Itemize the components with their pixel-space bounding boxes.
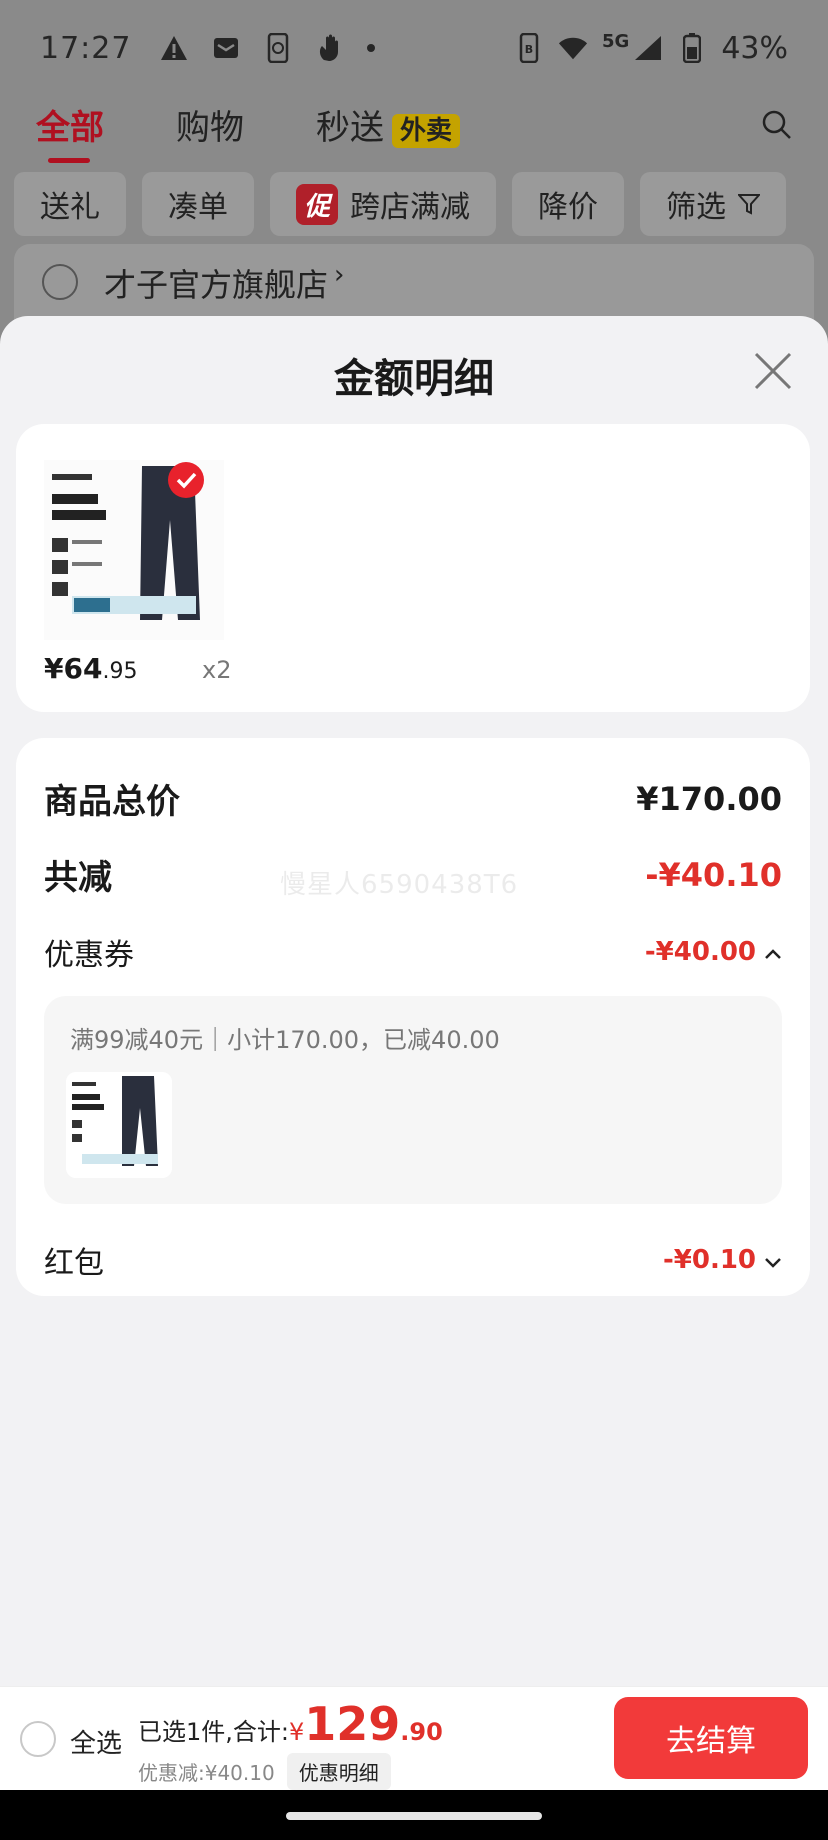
select-all-label[interactable]: 全选 bbox=[70, 1723, 122, 1760]
gesture-icon bbox=[315, 33, 345, 63]
selected-check-icon bbox=[168, 462, 204, 498]
promo-badge: 促 bbox=[296, 183, 339, 225]
store-chevron-icon: › bbox=[334, 260, 345, 290]
phone-sync-icon bbox=[263, 33, 293, 63]
red-packet-label: 红包 bbox=[44, 1246, 104, 1281]
product-price-decimal: .95 bbox=[102, 659, 138, 684]
warning-icon bbox=[159, 33, 189, 63]
status-bar: 17:27 B 5G 43% bbox=[0, 0, 828, 96]
red-packet-value-group: -¥0.10 bbox=[663, 1245, 782, 1275]
total-price-value: ¥170.00 bbox=[636, 779, 782, 818]
total-reduction-row: 共减 -¥40.10 bbox=[44, 850, 782, 899]
wifi-icon bbox=[558, 33, 588, 63]
discount-detail-button[interactable]: 优惠明细 bbox=[286, 1753, 391, 1790]
battery-icon bbox=[677, 33, 707, 63]
discount-text: 优惠减:¥40.10 bbox=[138, 1761, 275, 1785]
mail-icon bbox=[211, 33, 241, 63]
product-quantity: x2 bbox=[202, 656, 232, 684]
chip-cross-store-label: 跨店满减 bbox=[350, 190, 471, 225]
total-currency: ¥ bbox=[288, 1718, 305, 1746]
total-amount-decimal: .90 bbox=[400, 1718, 443, 1746]
home-indicator[interactable] bbox=[286, 1812, 542, 1820]
coupon-detail-box: 满99减40元｜小计170.00，已减40.00 bbox=[44, 996, 782, 1204]
chip-filter[interactable]: 筛选 bbox=[640, 172, 787, 236]
coupon-label: 优惠券 bbox=[44, 938, 134, 973]
total-reduction-value: -¥40.10 bbox=[645, 855, 782, 894]
cart-tabs: 全部 购物 秒送 外卖 bbox=[36, 100, 461, 163]
select-all-radio[interactable] bbox=[20, 1721, 56, 1757]
battery-level: 43% bbox=[721, 30, 788, 66]
tab-express-label: 秒送 bbox=[316, 108, 384, 148]
search-icon[interactable] bbox=[762, 110, 792, 144]
signal-icon bbox=[633, 33, 663, 63]
sheet-title: 金额明细 bbox=[334, 356, 494, 402]
filter-chips: 送礼 凑单 促跨店满减 降价 筛选 bbox=[14, 172, 787, 236]
chip-gift[interactable]: 送礼 bbox=[14, 172, 126, 236]
product-card: ¥64.95 x2 bbox=[16, 424, 810, 712]
coupon-row[interactable]: 优惠券 -¥40.00 bbox=[44, 930, 782, 974]
summary-prefix: 已选1件,合计: bbox=[138, 1718, 289, 1746]
amount-detail-sheet: 金额明细 ¥64.95 x2 慢星人6590438T6 商品总价 ¥170.00… bbox=[0, 316, 828, 1686]
product-price-int: ¥64 bbox=[44, 652, 103, 685]
store-name[interactable]: 才子官方旗舰店 bbox=[104, 260, 328, 306]
chevron-up-icon[interactable] bbox=[764, 937, 782, 967]
price-breakdown-card: 慢星人6590438T6 商品总价 ¥170.00 共减 -¥40.10 优惠券… bbox=[16, 738, 810, 1296]
network-type: 5G bbox=[602, 30, 630, 52]
coupon-value-group: -¥40.00 bbox=[645, 937, 782, 967]
total-reduction-label: 共减 bbox=[44, 858, 112, 898]
total-amount-int: 129 bbox=[304, 1697, 401, 1751]
background-page: 17:27 B 5G 43% 全部 购物 秒送 外卖 送礼 凑单 促 跨店满减 … bbox=[0, 0, 828, 344]
product-price: ¥64.95 bbox=[44, 652, 137, 685]
tab-shopping[interactable]: 购物 bbox=[176, 100, 244, 149]
checkout-bar: 全选 已选1件,合计: ¥ 129 .90 优惠减:¥40.10 优惠明细 去结… bbox=[0, 1686, 828, 1790]
status-time: 17:27 bbox=[40, 30, 132, 66]
filter-icon bbox=[738, 193, 761, 215]
total-price-row: 商品总价 ¥170.00 bbox=[44, 774, 782, 823]
chip-filter-label: 筛选 bbox=[666, 190, 727, 225]
waimai-badge: 外卖 bbox=[392, 114, 461, 148]
coupon-detail-text: 满99减40元｜小计170.00，已减40.00 bbox=[70, 1026, 500, 1054]
system-nav-bar bbox=[0, 1790, 828, 1840]
total-price-label: 商品总价 bbox=[44, 782, 180, 822]
nfc-icon: B bbox=[514, 33, 544, 63]
red-packet-value: -¥0.10 bbox=[662, 1245, 756, 1275]
svg-text:B: B bbox=[525, 43, 533, 56]
store-select-radio[interactable] bbox=[42, 264, 78, 300]
discount-line: 优惠减:¥40.10 优惠明细 bbox=[138, 1753, 391, 1790]
red-packet-row[interactable]: 红包 -¥0.10 bbox=[44, 1238, 782, 1282]
close-icon[interactable] bbox=[752, 350, 794, 392]
chip-cross-store[interactable]: 促跨店满减 bbox=[270, 172, 497, 236]
tab-all[interactable]: 全部 bbox=[36, 100, 104, 163]
chip-bundle[interactable]: 凑单 bbox=[142, 172, 254, 236]
tab-express[interactable]: 秒送 外卖 bbox=[316, 100, 461, 149]
chevron-down-icon[interactable] bbox=[764, 1245, 782, 1275]
notification-dot-icon bbox=[367, 44, 376, 52]
checkout-button[interactable]: 去结算 bbox=[614, 1697, 808, 1779]
summary-line: 已选1件,合计: ¥ 129 .90 bbox=[138, 1697, 443, 1751]
coupon-value: -¥40.00 bbox=[644, 937, 756, 967]
coupon-product-thumbnail bbox=[66, 1072, 172, 1178]
chip-price-drop[interactable]: 降价 bbox=[512, 172, 625, 236]
